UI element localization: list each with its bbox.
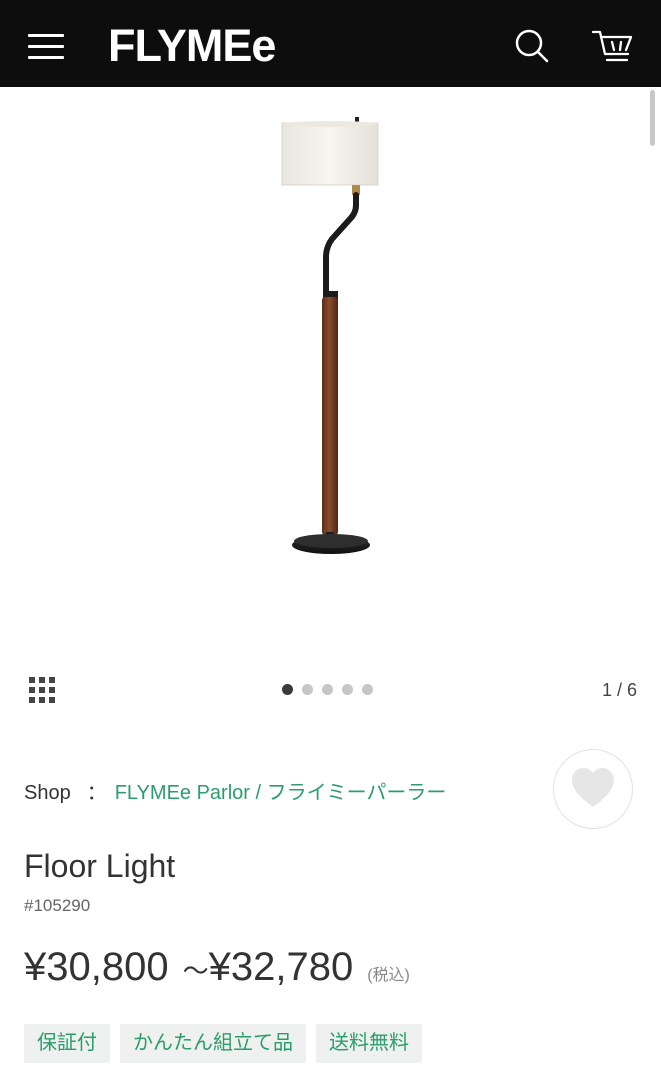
grid-view-button[interactable] (28, 676, 58, 706)
menu-line (28, 45, 64, 48)
favorite-button[interactable] (553, 749, 633, 829)
tag-warranty[interactable]: 保証付 (24, 1024, 110, 1063)
search-button[interactable] (512, 26, 552, 66)
product-sku: #105290 (24, 896, 91, 915)
price-range: ¥30,800 〜 ¥32,780 (税込) (24, 945, 410, 990)
carousel-dot-4[interactable] (342, 684, 353, 695)
price-max: ¥32,780 (208, 945, 354, 989)
product-tags: 保証付 かんたん組立て品 送料無料 (24, 1024, 422, 1063)
product-image[interactable] (0, 87, 661, 662)
menu-line (28, 56, 64, 59)
carousel-dots (282, 684, 373, 695)
product-title: Floor Light (24, 848, 176, 884)
shop-name-link[interactable]: FLYMEe Parlor / フライミーパーラー (115, 782, 447, 804)
grid-view-icon (29, 677, 55, 703)
site-logo[interactable]: FLYMEe (108, 20, 276, 72)
cart-icon (591, 30, 633, 62)
slide-counter: 1 / 6 (601, 680, 637, 700)
cart-button[interactable] (590, 26, 634, 66)
shop-info: Shop ： FLYMEe Parlor / フライミーパーラー (24, 776, 446, 805)
tag-free-shipping[interactable]: 送料無料 (316, 1024, 422, 1063)
menu-button[interactable] (28, 30, 66, 60)
tax-note: (税込) (367, 967, 410, 984)
menu-line (28, 34, 64, 37)
heart-icon (571, 767, 614, 807)
site-header: FLYMEe (0, 0, 661, 87)
carousel-dot-3[interactable] (322, 684, 333, 695)
price-tilde: 〜 (182, 956, 209, 986)
shop-separator: ： (86, 782, 107, 804)
price-min: ¥30,800 (24, 945, 169, 989)
shop-label: Shop (24, 782, 71, 804)
search-icon (515, 29, 549, 63)
carousel-dot-1[interactable] (282, 684, 293, 695)
floor-lamp-illustration (281, 117, 379, 554)
carousel-dot-2[interactable] (302, 684, 313, 695)
carousel-dot-5[interactable] (362, 684, 373, 695)
tag-easy-assembly[interactable]: かんたん組立て品 (120, 1024, 306, 1063)
